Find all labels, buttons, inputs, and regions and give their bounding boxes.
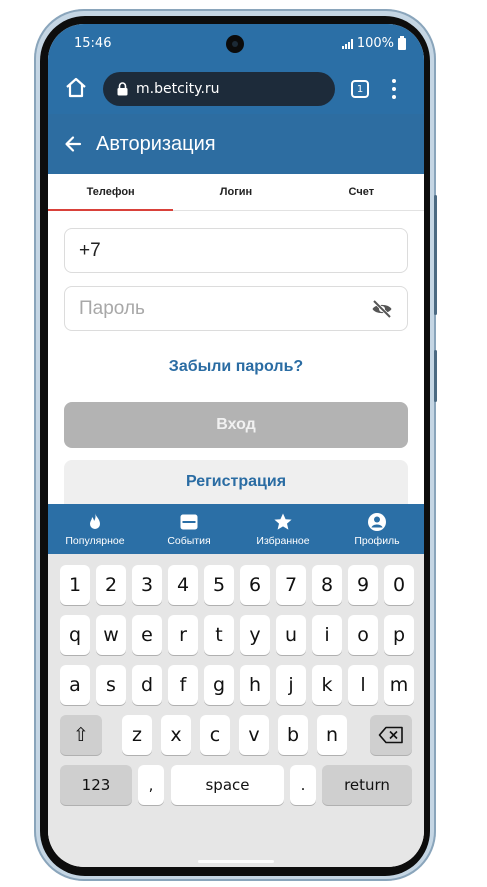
letter-key[interactable]: v [239,715,269,755]
keyboard-row-top: qwertyuiop [48,615,424,655]
number-key[interactable]: 6 [240,565,270,605]
number-key[interactable]: 9 [348,565,378,605]
number-key[interactable]: 5 [204,565,234,605]
url-text: m.betcity.ru [136,81,220,97]
nav-label: Профиль [354,535,400,547]
password-input[interactable]: Пароль [64,286,408,331]
tab-account[interactable]: Счет [299,174,424,210]
star-icon [274,513,292,530]
number-key[interactable]: 8 [312,565,342,605]
period-key[interactable]: . [290,765,316,805]
letter-key[interactable]: a [60,665,90,705]
letter-key[interactable]: e [132,615,162,655]
nav-profile[interactable]: Профиль [330,504,424,554]
bottom-nav: Популярное События Избранное Профиль [48,504,424,554]
letter-key[interactable]: f [168,665,198,705]
nav-label: События [167,535,211,547]
letter-key[interactable]: s [96,665,126,705]
eye-off-icon[interactable] [371,299,393,319]
number-key[interactable]: 2 [96,565,126,605]
auth-tabs: Телефон Логин Счет [48,174,424,211]
letter-key[interactable]: y [240,615,270,655]
home-indicator [198,860,274,863]
password-placeholder: Пароль [79,297,145,319]
letter-key[interactable]: t [204,615,234,655]
keyboard-row-bottom: ⇧ zxcvbn [48,715,424,755]
shift-key[interactable]: ⇧ [60,715,102,755]
tab-count: 1 [356,83,364,95]
tabs-icon[interactable]: 1 [351,80,369,98]
home-icon[interactable] [64,76,88,100]
letter-key[interactable]: i [312,615,342,655]
battery-percent: 100% [356,36,394,51]
power-button [434,350,437,402]
comma-key[interactable]: , [138,765,164,805]
keyboard-row-middle: asdfghjklm [48,665,424,705]
back-arrow-icon[interactable] [64,135,82,153]
return-key[interactable]: return [322,765,412,805]
fire-icon [90,513,100,529]
phone-value: +7 [79,239,101,261]
letter-key[interactable]: x [161,715,191,755]
letter-key[interactable]: q [60,615,90,655]
keyboard-row-numbers: 1234567890 [48,565,424,605]
login-form: +7 Пароль Забыли пароль? Вход Регистраци… [48,211,424,504]
battery-icon [398,35,406,50]
space-key[interactable]: space [171,765,284,805]
letter-key[interactable]: j [276,665,306,705]
register-button[interactable]: Регистрация [64,460,408,504]
phone-screen: 15:46 100% m.betcity.ru 1 Авторизация Те… [48,24,424,867]
backspace-key[interactable] [370,715,412,755]
status-bar: 15:46 100% [48,24,424,62]
nav-events[interactable]: События [142,504,236,554]
number-key[interactable]: 4 [168,565,198,605]
browser-toolbar: m.betcity.ru 1 [48,62,424,114]
number-key[interactable]: 3 [132,565,162,605]
nav-label: Избранное [256,535,310,547]
letter-key[interactable]: l [348,665,378,705]
status-indicators: 100% [341,35,406,51]
letter-key[interactable]: w [96,615,126,655]
events-icon [180,514,198,530]
nav-label: Популярное [65,535,125,547]
more-menu-icon[interactable] [392,79,396,99]
letter-key[interactable]: o [348,615,378,655]
letter-key[interactable]: k [312,665,342,705]
letter-key[interactable]: h [240,665,270,705]
signal-icon [341,38,353,49]
keyboard-row-space: 123 , space . return [48,765,424,805]
letter-key[interactable]: b [278,715,308,755]
number-key[interactable]: 0 [384,565,414,605]
number-key[interactable]: 1 [60,565,90,605]
address-bar[interactable]: m.betcity.ru [103,72,335,106]
letter-key[interactable]: z [122,715,152,755]
number-key[interactable]: 7 [276,565,306,605]
nav-popular[interactable]: Популярное [48,504,142,554]
backspace-icon [378,726,403,744]
letter-key[interactable]: p [384,615,414,655]
phone-input[interactable]: +7 [64,228,408,273]
nav-favorites[interactable]: Избранное [236,504,330,554]
forgot-password-link[interactable]: Забыли пароль? [64,358,408,376]
letter-key[interactable]: m [384,665,414,705]
front-camera [226,35,244,53]
letter-key[interactable]: c [200,715,230,755]
letter-key[interactable]: u [276,615,306,655]
volume-button [434,195,437,315]
letter-key[interactable]: g [204,665,234,705]
onscreen-keyboard: 1234567890 qwertyuiop asdfghjklm ⇧ zxcvb… [48,554,424,867]
letter-key[interactable]: n [317,715,347,755]
profile-icon [368,513,386,531]
letter-key[interactable]: d [132,665,162,705]
lock-icon [117,82,128,96]
app-header: Авторизация [48,114,424,174]
numbers-key[interactable]: 123 [60,765,132,805]
page-title: Авторизация [96,132,216,155]
status-time: 15:46 [74,36,112,51]
tab-login[interactable]: Логин [173,174,298,210]
letter-key[interactable]: r [168,615,198,655]
tab-phone[interactable]: Телефон [48,174,174,211]
login-button[interactable]: Вход [64,402,408,448]
